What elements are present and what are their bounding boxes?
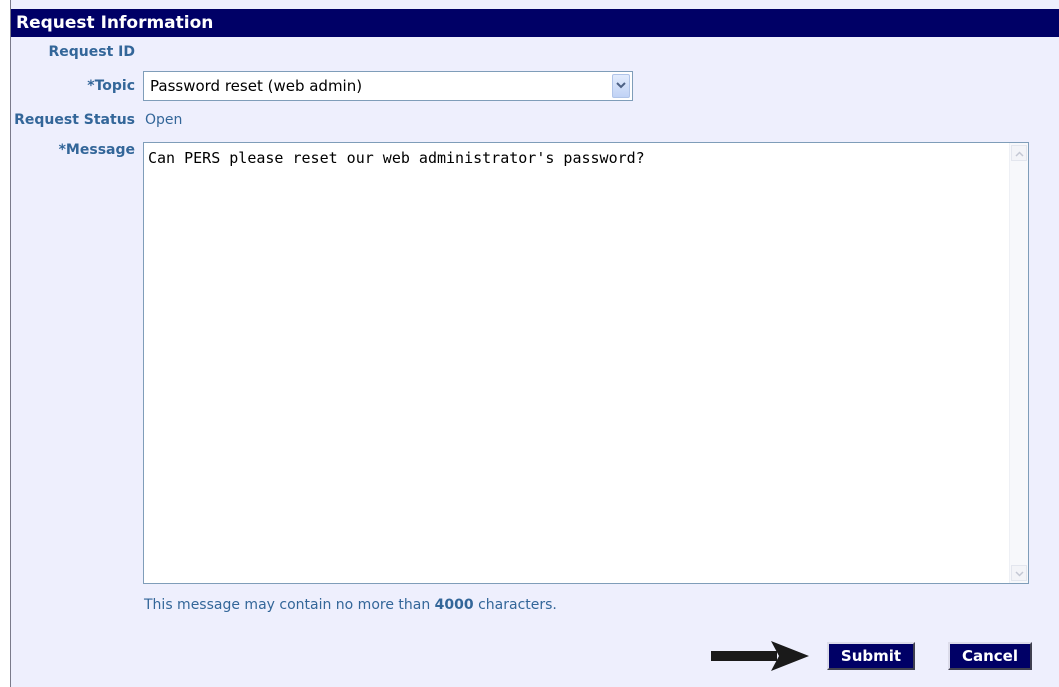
message-text: Can PERS please reset our web administra…	[148, 149, 645, 167]
submit-button[interactable]: Submit	[827, 642, 915, 670]
panel-header: Request Information	[11, 9, 1059, 37]
scroll-down-icon[interactable]	[1011, 565, 1027, 581]
request-id-label: Request ID	[48, 44, 136, 60]
cancel-button[interactable]: Cancel	[948, 642, 1032, 670]
chevron-down-icon[interactable]	[612, 74, 630, 98]
arrow-right-icon	[711, 640, 811, 676]
topic-selected-value: Password reset (web admin)	[150, 77, 363, 95]
character-limit-hint: This message may contain no more than 40…	[144, 597, 557, 613]
hint-suffix: characters.	[473, 597, 557, 613]
hint-limit: 4000	[434, 597, 474, 613]
hint-prefix: This message may contain no more than	[144, 597, 435, 613]
message-label: *Message	[58, 142, 135, 158]
message-scrollbar[interactable]	[1009, 143, 1028, 583]
message-textarea[interactable]: Can PERS please reset our web administra…	[143, 142, 1029, 584]
panel-title: Request Information	[16, 13, 214, 33]
request-status-value: Open	[145, 112, 183, 128]
scroll-up-icon[interactable]	[1011, 145, 1027, 161]
topic-select[interactable]: Password reset (web admin)	[143, 71, 633, 101]
request-status-label: Request Status	[14, 112, 135, 128]
topic-label: *Topic	[87, 78, 135, 94]
